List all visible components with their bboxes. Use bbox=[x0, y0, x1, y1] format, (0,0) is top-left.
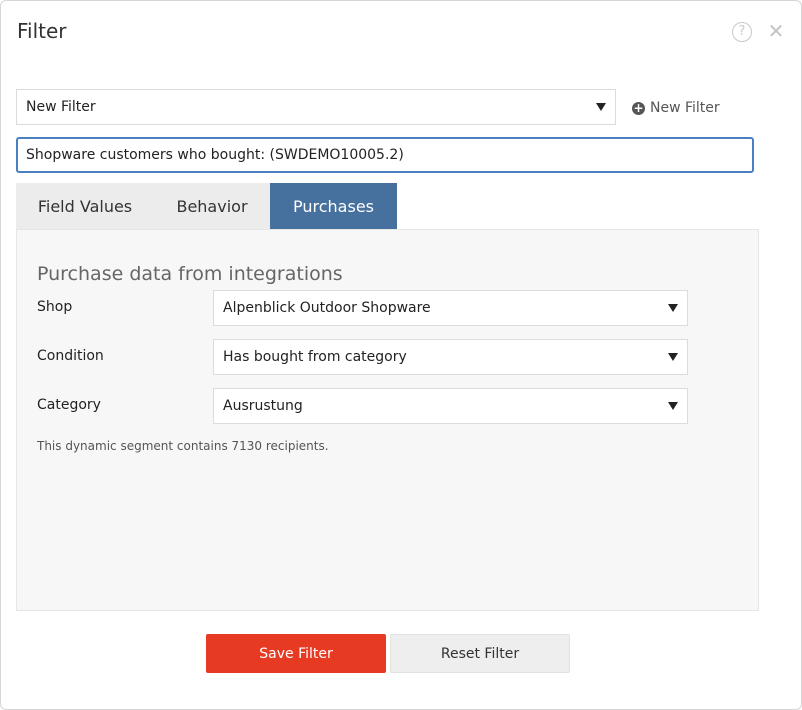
panel-heading: Purchase data from integrations bbox=[37, 263, 343, 285]
filter-dialog: Filter ? ✕ New Filter + New Filter Field… bbox=[0, 0, 802, 710]
help-icon[interactable]: ? bbox=[732, 22, 752, 42]
shop-select[interactable]: Alpenblick Outdoor Shopware bbox=[213, 290, 688, 326]
recipients-count-note: This dynamic segment contains 7130 recip… bbox=[37, 439, 329, 453]
filter-select-value: New Filter bbox=[26, 99, 96, 115]
caret-down-icon bbox=[668, 402, 678, 410]
tab-behavior[interactable]: Behavior bbox=[154, 183, 270, 229]
tab-field-values[interactable]: Field Values bbox=[16, 183, 154, 229]
purchases-panel: Purchase data from integrations Shop Alp… bbox=[16, 229, 759, 611]
condition-select-value: Has bought from category bbox=[223, 349, 407, 365]
dialog-title: Filter bbox=[17, 19, 67, 43]
tab-purchases[interactable]: Purchases bbox=[270, 183, 397, 229]
filter-name-input[interactable] bbox=[16, 137, 754, 173]
caret-down-icon bbox=[668, 353, 678, 361]
filter-select[interactable]: New Filter bbox=[16, 89, 616, 125]
save-filter-button[interactable]: Save Filter bbox=[206, 634, 386, 673]
shop-label: Shop bbox=[37, 299, 73, 315]
category-label: Category bbox=[37, 397, 101, 413]
close-icon[interactable]: ✕ bbox=[767, 20, 785, 42]
tab-bar: Field Values Behavior Purchases bbox=[16, 183, 397, 229]
shop-select-value: Alpenblick Outdoor Shopware bbox=[223, 300, 431, 316]
category-select-value: Ausrustung bbox=[223, 398, 303, 414]
new-filter-button[interactable]: + New Filter bbox=[632, 100, 720, 116]
caret-down-icon bbox=[668, 304, 678, 312]
plus-circle-icon: + bbox=[632, 100, 645, 115]
condition-label: Condition bbox=[37, 348, 104, 364]
condition-select[interactable]: Has bought from category bbox=[213, 339, 688, 375]
caret-down-icon bbox=[596, 103, 606, 111]
category-select[interactable]: Ausrustung bbox=[213, 388, 688, 424]
new-filter-label: New Filter bbox=[650, 100, 720, 116]
reset-filter-button[interactable]: Reset Filter bbox=[390, 634, 570, 673]
